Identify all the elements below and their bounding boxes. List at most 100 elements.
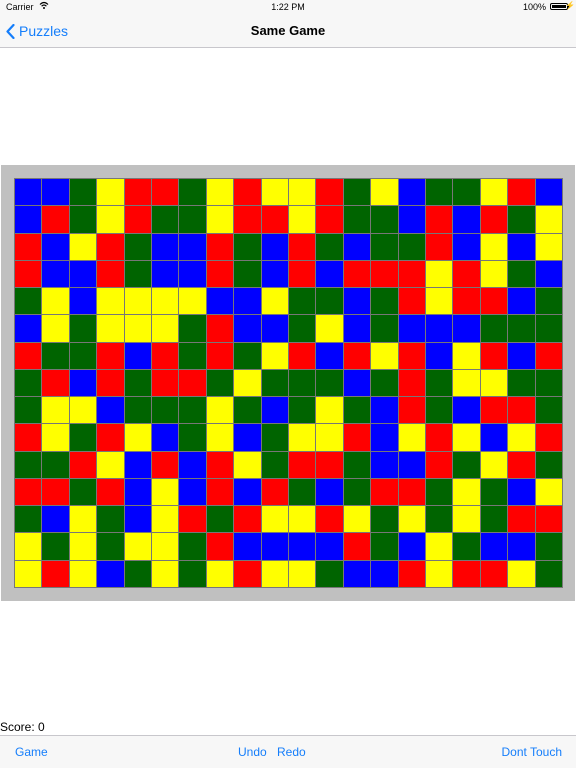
tile-red[interactable] [453,560,480,587]
tile-red[interactable] [179,369,206,397]
tile-blue[interactable] [261,533,288,560]
tile-blue[interactable] [97,397,124,424]
tile-yellow[interactable] [425,533,453,560]
tile-red[interactable] [453,288,480,315]
tile-green[interactable] [288,478,316,506]
tile-yellow[interactable] [97,315,124,342]
tile-green[interactable] [316,560,343,587]
tile-red[interactable] [398,397,425,424]
tile-yellow[interactable] [261,560,288,587]
tile-green[interactable] [288,397,316,424]
tile-red[interactable] [398,478,425,506]
undo-button[interactable]: Undo [238,745,267,759]
tile-green[interactable] [343,451,371,478]
tile-blue[interactable] [69,260,97,288]
tile-green[interactable] [508,369,535,397]
tile-green[interactable] [69,315,97,342]
tile-yellow[interactable] [425,560,453,587]
tile-yellow[interactable] [15,560,42,587]
tile-green[interactable] [42,451,69,478]
tile-red[interactable] [97,478,124,506]
tile-green[interactable] [288,369,316,397]
tile-green[interactable] [151,206,179,233]
tile-green[interactable] [15,397,42,424]
tile-red[interactable] [398,260,425,288]
tile-red[interactable] [15,342,42,369]
tile-yellow[interactable] [206,206,234,233]
dont-touch-button[interactable]: Dont Touch [502,745,563,759]
tile-green[interactable] [343,397,371,424]
tile-yellow[interactable] [288,506,316,533]
tile-green[interactable] [425,369,453,397]
tile-red[interactable] [288,260,316,288]
tile-red[interactable] [151,179,179,206]
tile-blue[interactable] [179,478,206,506]
tile-red[interactable] [425,233,453,260]
tile-green[interactable] [261,451,288,478]
tile-red[interactable] [508,397,535,424]
tile-blue[interactable] [316,533,343,560]
tile-yellow[interactable] [425,288,453,315]
tile-yellow[interactable] [124,288,151,315]
tile-green[interactable] [42,533,69,560]
tile-yellow[interactable] [288,206,316,233]
tile-green[interactable] [425,478,453,506]
tile-red[interactable] [343,342,371,369]
tile-yellow[interactable] [425,260,453,288]
tile-blue[interactable] [261,397,288,424]
tile-yellow[interactable] [206,397,234,424]
tile-green[interactable] [371,315,398,342]
tile-red[interactable] [288,342,316,369]
tile-red[interactable] [97,424,124,451]
tile-green[interactable] [261,424,288,451]
tile-blue[interactable] [124,506,151,533]
tile-blue[interactable] [398,315,425,342]
tile-yellow[interactable] [453,506,480,533]
tile-yellow[interactable] [69,506,97,533]
tile-yellow[interactable] [480,260,508,288]
tile-blue[interactable] [343,315,371,342]
tile-blue[interactable] [234,478,261,506]
tile-blue[interactable] [371,451,398,478]
tile-red[interactable] [508,451,535,478]
tile-red[interactable] [288,451,316,478]
tile-green[interactable] [480,506,508,533]
tile-yellow[interactable] [508,560,535,587]
tile-green[interactable] [535,560,562,587]
tile-blue[interactable] [179,260,206,288]
tile-green[interactable] [425,179,453,206]
tile-blue[interactable] [261,233,288,260]
tile-green[interactable] [453,451,480,478]
tile-yellow[interactable] [535,206,562,233]
tile-blue[interactable] [151,424,179,451]
tile-green[interactable] [316,233,343,260]
tile-yellow[interactable] [69,397,97,424]
tile-green[interactable] [124,233,151,260]
tile-green[interactable] [343,206,371,233]
redo-button[interactable]: Redo [277,745,306,759]
tile-blue[interactable] [15,179,42,206]
tile-red[interactable] [42,560,69,587]
tile-blue[interactable] [398,533,425,560]
tile-green[interactable] [179,560,206,587]
tile-red[interactable] [151,369,179,397]
tile-blue[interactable] [179,233,206,260]
tile-blue[interactable] [535,260,562,288]
tile-red[interactable] [343,424,371,451]
tile-yellow[interactable] [480,369,508,397]
tile-yellow[interactable] [151,288,179,315]
tile-yellow[interactable] [480,233,508,260]
tile-green[interactable] [508,315,535,342]
tile-red[interactable] [480,560,508,587]
tile-blue[interactable] [234,424,261,451]
tile-blue[interactable] [261,315,288,342]
tile-red[interactable] [288,233,316,260]
tile-red[interactable] [124,206,151,233]
tile-blue[interactable] [124,342,151,369]
tile-green[interactable] [151,397,179,424]
tile-yellow[interactable] [535,233,562,260]
tile-red[interactable] [261,206,288,233]
tile-blue[interactable] [453,315,480,342]
tile-green[interactable] [508,206,535,233]
tile-yellow[interactable] [453,424,480,451]
